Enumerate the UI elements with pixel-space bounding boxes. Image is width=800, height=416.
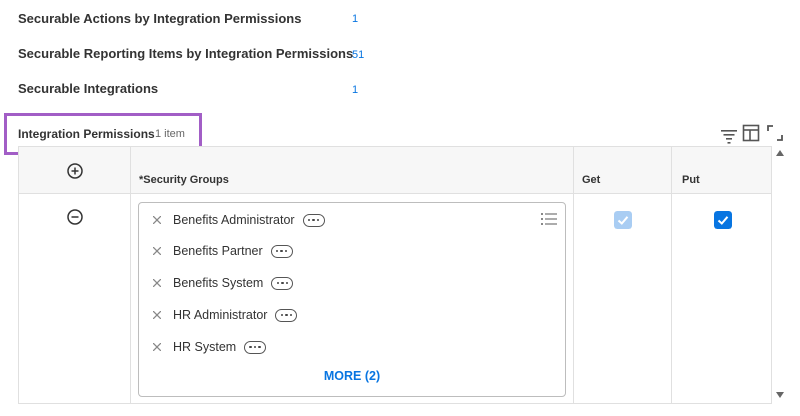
security-groups-multiselect[interactable]: Benefits Administrator Benefits Partner … — [138, 202, 566, 397]
related-actions-button[interactable] — [271, 276, 294, 290]
summary-label: Securable Reporting Items by Integration… — [18, 46, 354, 61]
column-header-security-groups[interactable]: *Security Groups — [139, 174, 229, 186]
security-group-label[interactable]: Benefits System — [173, 276, 263, 290]
summary-count-link[interactable]: 51 — [352, 49, 364, 61]
column-divider — [573, 147, 574, 403]
more-link[interactable]: MORE (2) — [139, 369, 565, 383]
list-icon[interactable] — [541, 212, 557, 226]
columns-icon[interactable] — [742, 124, 760, 142]
column-divider — [130, 147, 131, 403]
permissions-grid: *Security Groups Get Put Benefits Admini… — [18, 146, 772, 404]
scroll-down-arrow[interactable] — [776, 392, 784, 398]
get-checkbox — [614, 211, 632, 229]
summary-count-link[interactable]: 1 — [352, 13, 358, 25]
remove-icon[interactable] — [153, 343, 161, 351]
remove-icon[interactable] — [153, 279, 161, 287]
summary-row-reporting-items: Securable Reporting Items by Integration… — [18, 46, 353, 61]
related-actions-button[interactable] — [302, 213, 325, 227]
security-group-pill: HR Administrator — [153, 305, 298, 325]
summary-row-actions: Securable Actions by Integration Permiss… — [18, 11, 301, 26]
filter-icon[interactable] — [720, 127, 738, 145]
security-group-label[interactable]: Benefits Partner — [173, 244, 263, 258]
security-group-pill: Benefits Partner — [153, 241, 293, 261]
section-item-count: 1 item — [155, 128, 185, 140]
security-group-label[interactable]: HR Administrator — [173, 308, 267, 322]
remove-icon[interactable] — [153, 247, 161, 255]
add-row-icon[interactable] — [67, 163, 83, 179]
column-header-put[interactable]: Put — [682, 174, 700, 186]
scroll-up-arrow[interactable] — [776, 150, 784, 156]
grid-header — [19, 147, 771, 194]
remove-icon[interactable] — [153, 216, 161, 224]
expand-icon[interactable] — [766, 124, 784, 142]
section-title: Integration Permissions — [18, 127, 155, 141]
security-group-label[interactable]: Benefits Administrator — [173, 213, 295, 227]
remove-icon[interactable] — [153, 311, 161, 319]
security-group-pill: Benefits System — [153, 273, 294, 293]
related-actions-button[interactable] — [270, 244, 293, 258]
security-group-pill: Benefits Administrator — [153, 210, 325, 230]
security-group-pill: HR System — [153, 337, 267, 357]
related-actions-button[interactable] — [244, 340, 267, 354]
column-divider — [671, 147, 672, 403]
security-group-label[interactable]: HR System — [173, 340, 236, 354]
summary-count-link[interactable]: 1 — [352, 84, 358, 96]
column-header-get[interactable]: Get — [582, 174, 600, 186]
summary-label: Securable Integrations — [18, 81, 159, 96]
related-actions-button[interactable] — [275, 308, 298, 322]
summary-row-integrations: Securable Integrations — [18, 81, 158, 96]
put-checkbox[interactable] — [714, 211, 732, 229]
summary-label: Securable Actions by Integration Permiss… — [18, 11, 302, 26]
remove-row-icon[interactable] — [67, 209, 83, 225]
